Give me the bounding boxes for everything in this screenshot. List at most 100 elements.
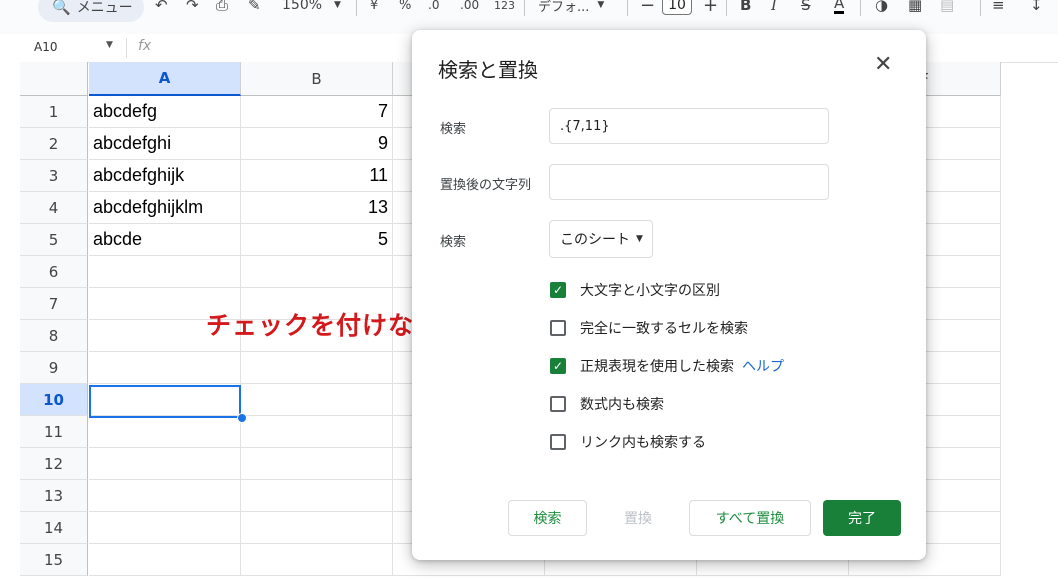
cell[interactable]: 5 (241, 224, 393, 256)
more-formats-button[interactable]: 123 (494, 0, 515, 16)
undo-icon[interactable]: ↶ (155, 0, 168, 16)
cell[interactable]: abcdefghijklm (89, 192, 241, 224)
percent-format-button[interactable]: % (399, 0, 411, 16)
row-header-8[interactable]: 8 (20, 320, 88, 352)
font-size-decrease-button[interactable]: − (640, 0, 655, 16)
font-size-input[interactable]: 10 (662, 0, 692, 15)
replace-button[interactable]: 置換 (606, 500, 670, 536)
merge-cells-icon[interactable]: ▤ (940, 0, 954, 16)
cell[interactable]: abcde (89, 224, 241, 256)
cell[interactable] (89, 416, 241, 448)
redo-icon[interactable]: ↷ (186, 0, 199, 16)
close-icon[interactable]: ✕ (874, 52, 892, 77)
option-row[interactable]: 数式内も検索 (550, 394, 664, 414)
checkbox-checked[interactable]: ✓ (550, 282, 566, 298)
cell[interactable] (89, 480, 241, 512)
done-button[interactable]: 完了 (823, 500, 901, 536)
font-select[interactable]: デフォ... ▼ (538, 0, 604, 16)
row-header-1[interactable]: 1 (20, 96, 88, 128)
strikethrough-icon[interactable]: S (801, 0, 811, 16)
search-icon: 🔍 (52, 0, 71, 16)
option-row[interactable]: リンク内も検索する (550, 432, 706, 452)
cell[interactable] (241, 384, 393, 416)
cell[interactable] (89, 544, 241, 576)
selected-cell-outline[interactable] (89, 385, 241, 418)
italic-icon[interactable]: I (771, 0, 777, 16)
cell[interactable] (89, 512, 241, 544)
menu-search[interactable]: 🔍 メニュー (38, 0, 144, 22)
align-left-icon[interactable]: ≡ (992, 0, 1005, 16)
row-header-5[interactable]: 5 (20, 224, 88, 256)
cell[interactable] (241, 544, 393, 576)
option-row[interactable]: ✓ 大文字と小文字の区別 (550, 280, 720, 300)
row-header-9[interactable]: 9 (20, 352, 88, 384)
replace-input[interactable] (549, 164, 829, 200)
scope-dropdown[interactable]: このシート ▼ (549, 220, 653, 258)
decrease-decimal-button[interactable]: .0 (428, 0, 439, 16)
cell[interactable]: 7 (241, 96, 393, 128)
chevron-down-icon[interactable]: ▼ (106, 40, 113, 50)
fill-handle[interactable] (237, 413, 247, 423)
checkbox-unchecked[interactable] (550, 396, 566, 412)
increase-decimal-button[interactable]: .00 (460, 0, 479, 16)
find-replace-dialog: 検索と置換 ✕ 検索 .{7,11} 置換後の文字列 検索 このシート ▼ ✓ 大… (412, 30, 926, 560)
checkbox-checked[interactable]: ✓ (550, 358, 566, 374)
replace-all-button[interactable]: すべて置換 (689, 500, 811, 536)
row-header-10[interactable]: 10 (20, 384, 88, 416)
checkbox-unchecked[interactable] (550, 434, 566, 450)
cell[interactable] (241, 256, 393, 288)
percent-format-label: % (399, 0, 412, 13)
row-header-4[interactable]: 4 (20, 192, 88, 224)
search-input[interactable]: .{7,11} (549, 108, 829, 144)
checkbox-unchecked[interactable] (550, 320, 566, 336)
cell[interactable] (241, 480, 393, 512)
cell[interactable] (241, 416, 393, 448)
text-color-icon[interactable]: A (834, 0, 845, 14)
column-header-b[interactable]: B (241, 62, 393, 96)
row-header-14[interactable]: 14 (20, 512, 88, 544)
print-icon[interactable]: ⎙ (216, 0, 228, 16)
cell[interactable]: abcdefg (89, 96, 241, 128)
cell[interactable]: abcdefghijk (89, 160, 241, 192)
bold-icon[interactable]: B (740, 0, 751, 16)
toolbar-divider (627, 0, 628, 16)
decrease-decimal-label: .0 (428, 0, 440, 12)
currency-format-label: ¥ (370, 0, 379, 13)
cell[interactable] (241, 448, 393, 480)
increase-decimal-label: .00 (460, 0, 480, 12)
name-box[interactable]: A10 (34, 40, 57, 54)
fill-color-icon[interactable]: ◑ (875, 0, 888, 16)
column-header-a[interactable]: A (89, 62, 241, 96)
paint-format-icon[interactable]: ✎ (248, 0, 261, 16)
row-header-13[interactable]: 13 (20, 480, 88, 512)
cell[interactable]: 13 (241, 192, 393, 224)
vertical-align-icon[interactable]: ↧ (1030, 0, 1043, 16)
option-label: 数式内も検索 (580, 397, 664, 413)
row-header-3[interactable]: 3 (20, 160, 88, 192)
cell[interactable]: 11 (241, 160, 393, 192)
cell[interactable] (89, 448, 241, 480)
row-header-7[interactable]: 7 (20, 288, 88, 320)
borders-icon[interactable]: ▦ (908, 0, 922, 16)
row-header-12[interactable]: 12 (20, 448, 88, 480)
cell[interactable] (241, 512, 393, 544)
cell[interactable] (89, 256, 241, 288)
font-size-increase-button[interactable]: + (703, 0, 718, 16)
row-header-6[interactable]: 6 (20, 256, 88, 288)
zoom-select[interactable]: 150% ▼ (282, 0, 341, 16)
option-row[interactable]: ✓ 正規表現を使用した検索 ヘルプ (550, 356, 784, 376)
cell[interactable] (89, 352, 241, 384)
more-formats-label: 123 (494, 0, 515, 12)
option-row[interactable]: 完全に一致するセルを検索 (550, 318, 748, 338)
cell[interactable] (241, 352, 393, 384)
cell[interactable]: 9 (241, 128, 393, 160)
cell[interactable]: abcdefghi (89, 128, 241, 160)
row-header-11[interactable]: 11 (20, 416, 88, 448)
row-header-2[interactable]: 2 (20, 128, 88, 160)
currency-format-button[interactable]: ¥ (370, 0, 378, 16)
help-link[interactable]: ヘルプ (742, 356, 784, 376)
select-all-corner[interactable] (20, 62, 88, 96)
option-label: 完全に一致するセルを検索 (580, 321, 748, 337)
row-header-15[interactable]: 15 (20, 544, 88, 576)
find-button[interactable]: 検索 (508, 500, 587, 536)
